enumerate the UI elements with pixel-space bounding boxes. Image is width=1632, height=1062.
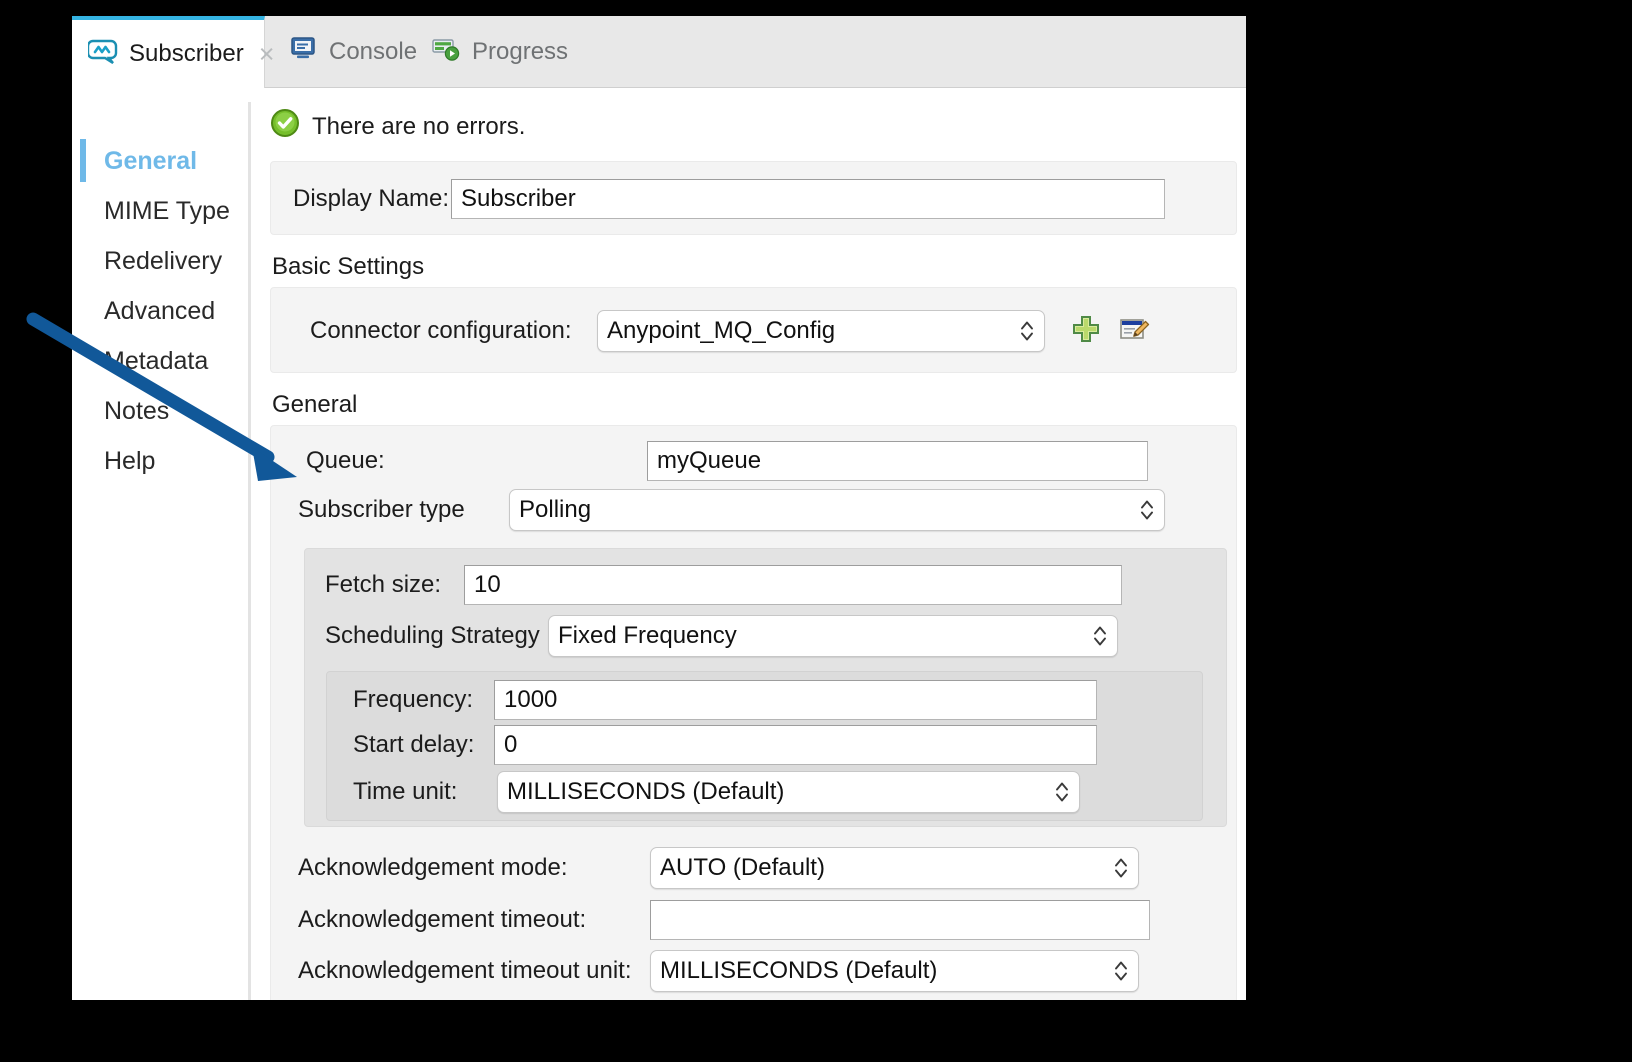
fetch-size-label: Fetch size:: [325, 571, 464, 599]
validation-status: There are no errors.: [270, 108, 1246, 145]
acknowledgement-mode-label: Acknowledgement mode:: [298, 854, 650, 882]
start-delay-label: Start delay:: [353, 731, 494, 759]
editor-tab-bar: Subscriber × Console: [72, 16, 1246, 88]
tab-label: Progress: [472, 38, 568, 66]
sidebar-item-help[interactable]: Help: [72, 436, 248, 486]
sidebar-item-label: Notes: [104, 397, 169, 426]
screenshot-root: Subscriber × Console: [0, 0, 1632, 1062]
status-message: There are no errors.: [312, 113, 525, 141]
frequency-input[interactable]: 1000: [494, 680, 1097, 720]
acknowledgement-timeout-input[interactable]: [650, 900, 1150, 940]
connector-configuration-label: Connector configuration:: [310, 317, 597, 345]
chevron-updown-icon: [1114, 855, 1128, 881]
sidebar-item-redelivery[interactable]: Redelivery: [72, 236, 248, 286]
chevron-updown-icon: [1055, 779, 1069, 805]
acknowledgement-timeout-unit-select[interactable]: MILLISECONDS (Default): [650, 950, 1139, 992]
general-title: General: [272, 391, 1246, 419]
sidebar-item-label: MIME Type: [104, 197, 230, 226]
console-monitor-icon: [288, 36, 318, 69]
acknowledgement-timeout-unit-value: MILLISECONDS (Default): [660, 957, 937, 985]
sidebar-item-label: Help: [104, 447, 155, 476]
time-unit-value: MILLISECONDS (Default): [507, 778, 784, 806]
subscriber-type-select[interactable]: Polling: [509, 489, 1165, 531]
general-panel: Queue: myQueue Subscriber type Polling: [270, 425, 1237, 1000]
scheduling-strategy-label: Scheduling Strategy: [325, 622, 548, 650]
progress-icon: [431, 36, 461, 69]
sidebar-item-notes[interactable]: Notes: [72, 386, 248, 436]
connector-configuration-value: Anypoint_MQ_Config: [607, 317, 835, 345]
tab-progress[interactable]: Progress: [415, 16, 584, 88]
tab-label: Subscriber: [129, 40, 244, 68]
start-delay-input[interactable]: 0: [494, 725, 1097, 765]
add-icon[interactable]: [1071, 314, 1101, 349]
display-name-panel: Display Name: Subscriber: [270, 161, 1237, 235]
acknowledgement-timeout-label: Acknowledgement timeout:: [298, 906, 650, 934]
settings-sidebar: General MIME Type Redelivery Advanced Me…: [72, 88, 248, 1000]
sidebar-item-mime-type[interactable]: MIME Type: [72, 186, 248, 236]
connector-configuration-select[interactable]: Anypoint_MQ_Config: [597, 310, 1045, 352]
green-check-icon: [270, 108, 300, 145]
fixed-frequency-panel: Frequency: 1000 Start delay: 0 Time unit…: [326, 671, 1203, 821]
edit-icon[interactable]: [1119, 314, 1151, 349]
scheduling-strategy-value: Fixed Frequency: [558, 622, 737, 650]
chevron-updown-icon: [1020, 318, 1034, 344]
queue-label: Queue:: [306, 447, 647, 475]
sidebar-item-label: Redelivery: [104, 247, 222, 276]
sidebar-item-metadata[interactable]: Metadata: [72, 336, 248, 386]
time-unit-label: Time unit:: [353, 778, 497, 806]
chevron-updown-icon: [1140, 497, 1154, 523]
tab-subscriber[interactable]: Subscriber ×: [72, 16, 265, 88]
sidebar-item-label: General: [104, 147, 197, 176]
polling-options-panel: Fetch size: 10 Scheduling Strategy Fixed…: [304, 548, 1227, 827]
acknowledgement-timeout-unit-label: Acknowledgement timeout unit:: [298, 957, 650, 985]
queue-input[interactable]: myQueue: [647, 441, 1148, 481]
tab-console[interactable]: Console: [272, 16, 433, 88]
basic-settings-panel: Connector configuration: Anypoint_MQ_Con…: [270, 287, 1237, 373]
display-name-label: Display Name:: [293, 185, 451, 213]
sidebar-item-advanced[interactable]: Advanced: [72, 286, 248, 336]
sidebar-item-label: Advanced: [104, 297, 215, 326]
scheduling-strategy-select[interactable]: Fixed Frequency: [548, 615, 1118, 657]
acknowledgement-mode-select[interactable]: AUTO (Default): [650, 847, 1139, 889]
tab-label: Console: [329, 38, 417, 66]
frequency-label: Frequency:: [353, 686, 494, 714]
acknowledgement-mode-value: AUTO (Default): [660, 854, 825, 882]
chevron-updown-icon: [1114, 958, 1128, 984]
fetch-size-input[interactable]: 10: [464, 565, 1122, 605]
basic-settings-title: Basic Settings: [272, 253, 1246, 281]
sidebar-item-label: Metadata: [104, 347, 208, 376]
general-settings-pane: There are no errors. Display Name: Subsc…: [251, 88, 1246, 1000]
anypoint-mq-subscriber-icon: [88, 38, 118, 71]
time-unit-select[interactable]: MILLISECONDS (Default): [497, 771, 1080, 813]
mule-config-editor-window: Subscriber × Console: [72, 16, 1246, 1000]
subscriber-type-label: Subscriber type: [298, 496, 509, 524]
chevron-updown-icon: [1093, 623, 1107, 649]
subscriber-type-value: Polling: [519, 496, 591, 524]
display-name-input[interactable]: Subscriber: [451, 179, 1165, 219]
sidebar-item-general[interactable]: General: [72, 136, 248, 186]
